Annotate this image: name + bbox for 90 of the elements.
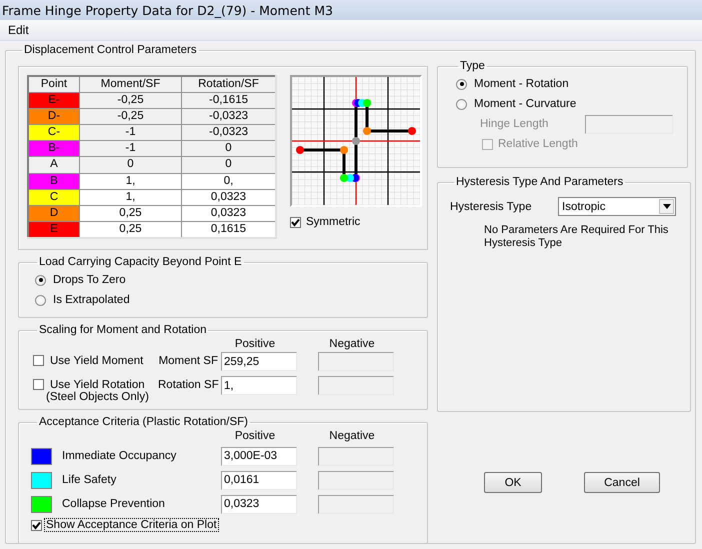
radio-button[interactable]: [35, 274, 46, 286]
table-cell[interactable]: 0,: [182, 173, 276, 190]
checkbox-label: Relative Length: [498, 138, 578, 150]
checkbox-label: Show Acceptance Criteria on Plot: [44, 518, 219, 532]
criterion-label: Collapse Prevention: [61, 498, 166, 510]
curve-point: [363, 127, 371, 135]
table-cell[interactable]: -0,1615: [182, 92, 276, 109]
point-cell: C-: [28, 124, 80, 141]
checkbox[interactable]: [33, 379, 44, 390]
checkbox-label: Use Yield Rotation: [50, 379, 146, 391]
group-title: Hysteresis Type And Parameters: [455, 176, 624, 188]
radio-button[interactable]: [35, 294, 46, 306]
field-label: Hinge Length: [480, 118, 548, 130]
column-header: Positive: [234, 430, 276, 444]
table-cell[interactable]: -0,0323: [182, 108, 276, 125]
column-header: Point: [28, 76, 80, 92]
checkbox-note: (Steel Objects Only): [46, 391, 149, 403]
hysteresis-dropdown[interactable]: Isotropic: [558, 197, 676, 216]
field-label: Rotation SF: [158, 378, 220, 391]
point-cell: B-: [28, 140, 80, 157]
table-cell[interactable]: 0: [182, 140, 276, 157]
point-cell: D: [28, 205, 80, 222]
hysteresis-note: No Parameters Are Required For This Hysteresis Type: [484, 224, 670, 250]
curve-point: [296, 146, 304, 154]
criterion-label: Immediate Occupancy: [61, 450, 178, 462]
radio-label: Moment - Rotation: [474, 78, 569, 90]
input-field[interactable]: 259,25: [221, 352, 297, 371]
field-label: Moment SF: [158, 354, 219, 367]
table-cell[interactable]: -0,25: [80, 92, 182, 109]
input-field[interactable]: [318, 470, 394, 490]
curve-point: [340, 146, 348, 154]
table-cell[interactable]: 0,1615: [182, 221, 276, 238]
window-title: Frame Hinge Property Data for D2_(79) - Moment M3: [2, 2, 333, 18]
table-cell[interactable]: 0,0323: [182, 205, 276, 222]
table-cell[interactable]: -1: [80, 124, 182, 141]
curve-point: [352, 137, 360, 145]
table-cell[interactable]: 1,: [80, 189, 182, 206]
table-cell[interactable]: 0,25: [80, 205, 182, 222]
dropdown-arrow-icon: [662, 204, 670, 209]
curve-point: [408, 127, 416, 135]
table-cell[interactable]: 1,: [80, 173, 182, 190]
input-field[interactable]: [318, 376, 394, 395]
point-cell: A: [28, 156, 80, 174]
color-swatch[interactable]: [31, 448, 52, 464]
radio-button[interactable]: [456, 98, 467, 110]
group-title: Displacement Control Parameters: [23, 44, 198, 56]
input-field[interactable]: [318, 352, 394, 371]
column-header: Negative: [328, 338, 376, 352]
dialog-button[interactable]: Cancel: [584, 472, 660, 493]
field-label: Hysteresis Type: [450, 200, 532, 212]
input-field[interactable]: [318, 446, 394, 466]
point-cell: D-: [28, 108, 80, 125]
input-field[interactable]: 3,000E-03: [221, 446, 297, 466]
group-title: Load Carrying Capacity Beyond Point E: [38, 256, 243, 268]
point-cell: E-: [28, 92, 80, 109]
radio-button[interactable]: [456, 78, 467, 90]
symmetric-checkbox[interactable]: [290, 216, 301, 228]
table-cell[interactable]: -1: [80, 140, 182, 157]
radio-label: Drops To Zero: [53, 274, 126, 286]
point-cell: E: [28, 221, 80, 238]
color-swatch[interactable]: [31, 472, 52, 488]
input-field[interactable]: 0,0323: [221, 494, 297, 514]
input-field[interactable]: [318, 494, 394, 514]
radio-label: Moment - Curvature: [474, 98, 576, 110]
table-cell[interactable]: -0,25: [80, 108, 182, 125]
checkbox-label: Symmetric: [306, 216, 360, 228]
table-cell[interactable]: 0,25: [80, 221, 182, 238]
table-cell[interactable]: -0,0323: [182, 124, 276, 141]
column-header: Rotation/SF: [182, 76, 276, 92]
table-cell[interactable]: 0,0323: [182, 189, 276, 206]
checkbox[interactable]: [33, 355, 44, 366]
column-header: Moment/SF: [80, 76, 182, 92]
criterion-label: Life Safety: [61, 474, 118, 486]
input-field[interactable]: 0,0161: [221, 470, 297, 490]
group-title: Type: [459, 60, 486, 72]
point-cell: C: [28, 189, 80, 206]
checkbox-label: Use Yield Moment: [50, 355, 144, 367]
input-field[interactable]: 1,: [221, 376, 297, 395]
group-title: Scaling for Moment and Rotation: [38, 324, 208, 336]
color-swatch[interactable]: [31, 496, 52, 512]
point-cell: B: [28, 173, 80, 190]
column-header: Positive: [234, 338, 276, 352]
table-cell[interactable]: 0: [182, 156, 276, 174]
column-header: Negative: [328, 430, 376, 444]
radio-label: Is Extrapolated: [53, 294, 130, 306]
table-cell[interactable]: 0: [80, 156, 182, 174]
menu-item[interactable]: Edit: [0, 23, 37, 37]
dialog-button[interactable]: OK: [484, 472, 542, 493]
checkbox[interactable]: [31, 520, 42, 530]
group-title: Acceptance Criteria (Plastic Rotation/SF): [38, 416, 249, 428]
